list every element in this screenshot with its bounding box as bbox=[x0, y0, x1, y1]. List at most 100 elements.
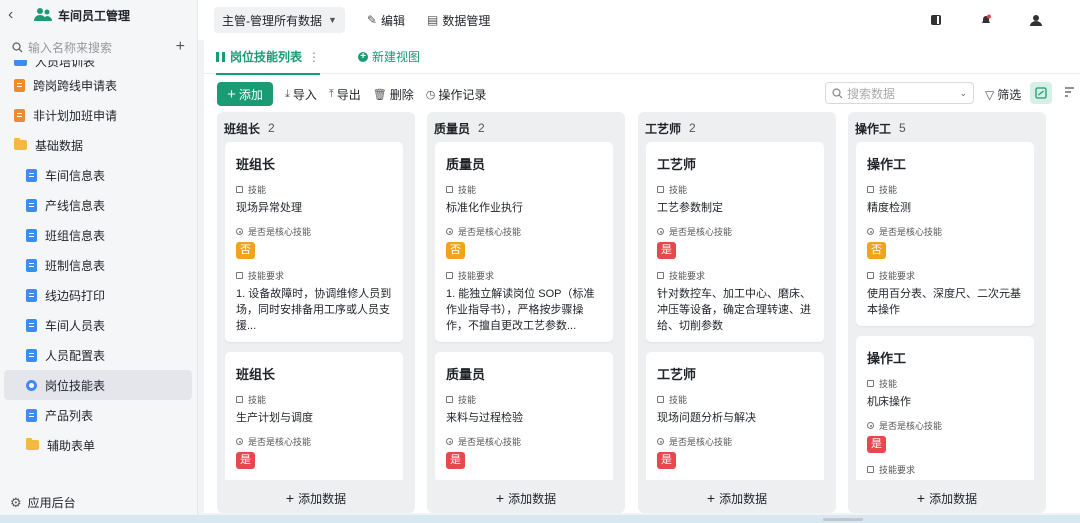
form-icon bbox=[14, 108, 25, 122]
import-button[interactable]: ⤓ 导入 bbox=[285, 86, 317, 103]
plus-icon: + bbox=[495, 490, 505, 506]
import-icon: ⤓ bbox=[285, 87, 290, 100]
view-select[interactable]: 主管-管理所有数据 ▼ bbox=[214, 7, 345, 33]
data-manage-label: 数据管理 bbox=[442, 13, 491, 28]
sidebar-item[interactable]: 岗位技能表 bbox=[4, 370, 192, 400]
data-search-input[interactable]: 搜索数据 ⌄ bbox=[825, 82, 974, 104]
skill-value: 机床操作 bbox=[867, 396, 911, 408]
sidebar-item[interactable]: 产线信息表 bbox=[4, 190, 192, 220]
record-card[interactable]: 操作工技能机床操作是否是核心技能是技能要求熟练操作数控车床、装夹、对 bbox=[856, 336, 1034, 480]
sidebar-item-label: 岗位技能表 bbox=[45, 378, 106, 393]
skill-value: 现场问题分析与解决 bbox=[657, 412, 756, 424]
sidebar-item[interactable]: 辅助表单 bbox=[4, 430, 192, 460]
core-skill-badge: 否 bbox=[236, 242, 255, 259]
edit-button[interactable]: ✎ 编辑 bbox=[367, 12, 405, 29]
filter-icon: ▽ bbox=[985, 87, 995, 102]
sidebar-item-label: 人员培训表 bbox=[35, 60, 96, 69]
field-label-skill: 技能 bbox=[657, 183, 813, 196]
sidebar-item[interactable]: 线边码打印 bbox=[4, 280, 192, 310]
sidebar-item[interactable]: 车间人员表 bbox=[4, 310, 192, 340]
text-field-icon bbox=[867, 186, 874, 193]
sidebar-item[interactable]: 基础数据 bbox=[4, 130, 192, 160]
sidebar-search-input[interactable]: 输入名称来搜索 bbox=[28, 39, 176, 56]
sidebar-item[interactable]: 产品列表 bbox=[4, 400, 192, 430]
operation-log-button[interactable]: ◷ 操作记录 bbox=[426, 86, 487, 103]
skill-value: 生产计划与调度 bbox=[236, 412, 313, 424]
field-label-skill: 技能 bbox=[446, 393, 602, 406]
export-button[interactable]: ⤒ 导出 bbox=[329, 86, 361, 103]
add-item-button[interactable]: + bbox=[176, 38, 185, 56]
sidebar-item[interactable]: 人员配置表 bbox=[4, 340, 192, 370]
action-bar: + 添加 ⤓ 导入 ⤒ 导出 🗑 删除 ◷ 操作记录 搜索数据 ⌄ ▽ 筛选 bbox=[204, 74, 1080, 114]
sidebar-item[interactable]: 人员培训表 bbox=[4, 60, 192, 70]
record-card[interactable]: 工艺师 技能 工艺参数制定 是否是核心技能是技能要求 针对数控车、加工中心、磨床、冲压等… bbox=[646, 142, 824, 342]
record-card[interactable]: 质量员技能来料与过程检验是否是核心技能是技能要求 bbox=[435, 352, 613, 480]
requirement-value: 1. 设备故障时，协调维修人员到场，同时安排备用工序或人员支援... bbox=[236, 288, 392, 332]
field-label-text: 是否是核心技能 bbox=[248, 437, 312, 447]
data-manage-button[interactable]: ▤ 数据管理 bbox=[427, 12, 490, 29]
kanban-column: 质量员 2 质量员 技能 标准化作业执行 是否是核心技能否技能要求 1. 能独立解读岗位 S… bbox=[427, 112, 625, 513]
delete-button[interactable]: 🗑 删除 bbox=[373, 86, 414, 103]
add-data-button[interactable]: + 添加数据 bbox=[427, 483, 625, 513]
field-label-core: 是否是核心技能 bbox=[236, 225, 392, 238]
card-title: 工艺师 bbox=[657, 157, 697, 172]
tab-skill-list[interactable]: 岗位技能列表 ⋮ bbox=[216, 40, 321, 75]
plus-circle-icon: + bbox=[358, 51, 369, 62]
sidebar-item[interactable]: 跨岗跨线申请表 bbox=[4, 70, 192, 100]
card-view-icon bbox=[1035, 87, 1047, 99]
record-card[interactable]: 班组长技能生产计划与调度是否是核心技能是技能要求 bbox=[225, 352, 403, 480]
form-icon bbox=[26, 258, 37, 272]
sidebar-item[interactable]: 车间信息表 bbox=[4, 160, 192, 190]
card-title: 质量员 bbox=[446, 367, 486, 382]
main-panel: 岗位技能列表 ⋮ + 新建视图 + 添加 ⤓ 导入 ⤒ 导出 🗑 删除 ◷ 操作… bbox=[204, 40, 1080, 513]
back-arrow-icon[interactable]: ‹ bbox=[8, 6, 28, 24]
sidebar-item-label: 车间信息表 bbox=[45, 168, 106, 183]
sidebar-item[interactable]: 非计划加班申请 bbox=[4, 100, 192, 130]
column-header: 班组长 2 bbox=[217, 112, 415, 144]
sidebar-item-label: 产线信息表 bbox=[45, 198, 106, 213]
trash-icon: 🗑 bbox=[372, 88, 387, 101]
field-label-skill: 技能 bbox=[236, 393, 392, 406]
field-label-core: 是否是核心技能 bbox=[657, 225, 813, 238]
add-data-button[interactable]: + 添加数据 bbox=[217, 483, 415, 513]
user-avatar-icon[interactable] bbox=[1030, 14, 1042, 26]
field-label-text: 是否是核心技能 bbox=[879, 227, 943, 237]
card-layout-button[interactable] bbox=[1030, 82, 1052, 104]
field-label-text: 技能要求 bbox=[879, 465, 916, 475]
card-title: 班组长 bbox=[236, 367, 276, 382]
sidebar-search[interactable]: 输入名称来搜索 + bbox=[0, 30, 197, 64]
horizontal-scrollbar[interactable] bbox=[0, 515, 1080, 523]
sidebar-item[interactable]: 班组信息表 bbox=[4, 220, 192, 250]
sort-button[interactable] bbox=[1064, 86, 1076, 101]
book-icon[interactable] bbox=[930, 14, 942, 26]
field-label-req: 技能要求 bbox=[236, 479, 392, 480]
filter-button[interactable]: ▽ 筛选 bbox=[985, 86, 1021, 103]
sidebar-item-label: 基础数据 bbox=[35, 138, 84, 153]
new-view-button[interactable]: + 新建视图 bbox=[358, 48, 420, 65]
text-field-icon bbox=[236, 272, 243, 279]
top-right-icons bbox=[930, 0, 1080, 40]
skill-value: 工艺参数制定 bbox=[657, 202, 723, 214]
scrollbar-thumb[interactable] bbox=[823, 518, 863, 521]
record-card[interactable]: 班组长 技能 现场异常处理 是否是核心技能否技能要求 1. 设备故障时，协调维修人员到场… bbox=[225, 142, 403, 342]
record-card[interactable]: 工艺师技能现场问题分析与解决是否是核心技能是技能要求 bbox=[646, 352, 824, 480]
field-label-text: 技能 bbox=[458, 395, 477, 405]
chevron-down-icon[interactable]: ⌄ bbox=[959, 88, 967, 99]
add-button[interactable]: + 添加 bbox=[217, 82, 273, 106]
column-title: 质量员 bbox=[434, 121, 471, 136]
more-icon[interactable]: ⋮ bbox=[308, 50, 320, 64]
add-data-label: 添加数据 bbox=[298, 491, 347, 506]
record-card[interactable]: 质量员 技能 标准化作业执行 是否是核心技能否技能要求 1. 能独立解读岗位 SOP（标… bbox=[435, 142, 613, 342]
top-bar: 主管-管理所有数据 ▼ ✎ 编辑 ▤ 数据管理 bbox=[198, 0, 1080, 40]
data-search-placeholder: 搜索数据 bbox=[847, 86, 896, 101]
app-backend-link[interactable]: ⚙ 应用后台 bbox=[10, 494, 76, 511]
sidebar-item-label: 辅助表单 bbox=[47, 438, 96, 453]
card-title: 质量员 bbox=[446, 157, 486, 172]
record-card[interactable]: 操作工 技能 精度检测 是否是核心技能否技能要求 使用百分表、深度尺、二次元基本操作 bbox=[856, 142, 1034, 326]
column-header: 操作工 5 bbox=[848, 112, 1046, 144]
database-icon: ▤ bbox=[427, 13, 439, 27]
notification-bell-icon[interactable] bbox=[980, 14, 992, 26]
add-data-button[interactable]: + 添加数据 bbox=[848, 483, 1046, 513]
sidebar-item[interactable]: 班制信息表 bbox=[4, 250, 192, 280]
add-data-button[interactable]: + 添加数据 bbox=[638, 483, 836, 513]
